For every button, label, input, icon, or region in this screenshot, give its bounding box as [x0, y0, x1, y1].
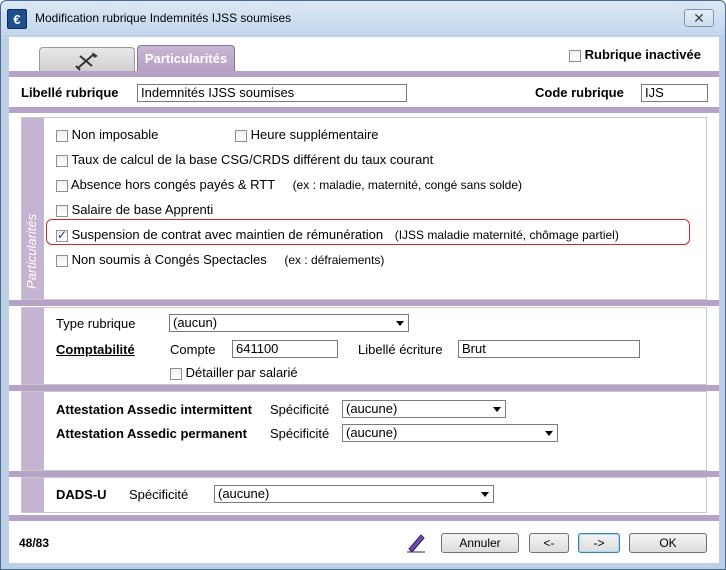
comptabilite-section: Type rubrique (aucun) Comptabilité Compt… [21, 307, 707, 385]
checkbox[interactable] [56, 254, 68, 267]
assedic-section: Attestation Assedic intermittent Spécifi… [21, 391, 707, 471]
option-label: Absence hors congés payés & RTT [70, 177, 275, 192]
inactive-checkbox[interactable] [569, 49, 581, 62]
title-bar: € Modification rubrique Indemnités IJSS … [1, 1, 725, 35]
separator [9, 515, 719, 521]
intermittent-select[interactable]: (aucune) [342, 400, 506, 418]
select-value: (aucune) [346, 401, 398, 416]
option-hint: (ex : maladie, maternité, congé sans sol… [292, 178, 523, 192]
section-sidebar [22, 478, 44, 512]
checkbox-checked[interactable] [56, 228, 68, 242]
tools-icon [75, 52, 98, 71]
detailler-label: Détailler par salarié [185, 365, 298, 380]
tab-strip: Particularités Rubrique inactivée [9, 37, 719, 73]
option-heure-sup[interactable]: Heure supplémentaire [235, 127, 379, 142]
dadsu-section: DADS-U Spécificité (aucune) [21, 477, 707, 513]
edit-pencil-icon[interactable] [405, 531, 427, 553]
section-sidebar [22, 392, 44, 470]
option-taux-csg[interactable]: Taux de calcul de la base CSG/CRDS diffé… [56, 152, 433, 167]
tab-tools[interactable] [39, 47, 135, 73]
option-label: Suspension de contrat avec maintien de r… [71, 227, 384, 242]
option-absence[interactable]: Absence hors congés payés & RTT (ex : ma… [56, 177, 522, 192]
type-rubrique-select[interactable]: (aucun) [169, 314, 409, 332]
type-rubrique-label: Type rubrique [56, 316, 136, 331]
option-label: Salaire de base Apprenti [71, 202, 214, 217]
dialog-window: € Modification rubrique Indemnités IJSS … [0, 0, 726, 570]
checkbox[interactable] [56, 154, 68, 167]
comptabilite-link[interactable]: Comptabilité [56, 342, 135, 357]
specificite-label: Spécificité [270, 402, 330, 417]
app-icon: € [7, 9, 27, 29]
chevron-down-icon [481, 492, 489, 497]
dadsu-select[interactable]: (aucune) [214, 485, 494, 503]
inactive-toggle[interactable]: Rubrique inactivée [569, 47, 701, 62]
select-value: (aucun) [173, 315, 218, 330]
code-field[interactable]: IJS [641, 84, 708, 102]
checkbox[interactable] [56, 129, 68, 142]
option-non-imposable[interactable]: Non imposable [56, 127, 158, 142]
specificite-label: Spécificité [129, 487, 189, 502]
permanent-select[interactable]: (aucune) [342, 424, 558, 442]
option-salaire-apprenti[interactable]: Salaire de base Apprenti [56, 202, 213, 217]
select-value: (aucune) [218, 486, 270, 501]
ok-button[interactable]: OK [629, 533, 707, 553]
detailler-toggle[interactable]: Détailler par salarié [170, 365, 298, 380]
section-sidebar [22, 308, 44, 384]
option-hint: (ex : défraiements) [284, 253, 385, 267]
cancel-button[interactable]: Annuler [441, 533, 519, 553]
record-counter: 48/83 [19, 536, 50, 550]
window-title: Modification rubrique Indemnités IJSS so… [35, 11, 292, 25]
select-value: (aucune) [346, 425, 398, 440]
option-label: Heure supplémentaire [250, 127, 379, 142]
libelle-ecriture-field[interactable]: Brut [458, 340, 640, 358]
checkbox[interactable] [170, 367, 182, 380]
option-suspension[interactable]: Suspension de contrat avec maintien de r… [56, 227, 619, 242]
code-label: Code rubrique [535, 85, 624, 100]
libelle-ecriture-label: Libellé écriture [358, 342, 443, 357]
section-sidebar: Particularités [22, 118, 44, 299]
inactive-label: Rubrique inactivée [584, 47, 701, 62]
specificite-label: Spécificité [270, 426, 330, 441]
dadsu-label: DADS-U [56, 487, 107, 502]
option-label: Non imposable [71, 127, 159, 142]
checkbox[interactable] [56, 179, 68, 192]
checkbox[interactable] [235, 129, 247, 142]
dialog-body: Particularités Rubrique inactivée Libell… [9, 37, 719, 563]
tab-particularites[interactable]: Particularités [137, 45, 235, 73]
tab-underline [9, 71, 719, 77]
particularites-section: Particularités Non imposable Heure suppl… [21, 117, 707, 300]
option-hint: (IJSS maladie maternité, chômage partiel… [394, 228, 619, 242]
permanent-label: Attestation Assedic permanent [56, 426, 247, 441]
separator [9, 107, 719, 113]
libelle-label: Libellé rubrique [21, 85, 119, 100]
prev-button[interactable]: <- [529, 533, 569, 553]
option-non-soumis[interactable]: Non soumis à Congés Spectacles (ex : déf… [56, 252, 384, 267]
option-label: Non soumis à Congés Spectacles [71, 252, 267, 267]
compte-field[interactable]: 641100 [232, 340, 338, 358]
separator [9, 300, 719, 306]
libelle-field[interactable]: Indemnités IJSS soumises [137, 84, 407, 102]
chevron-down-icon [545, 431, 553, 436]
checkbox[interactable] [56, 204, 68, 217]
compte-label: Compte [170, 342, 216, 357]
chevron-down-icon [493, 407, 501, 412]
sidebar-title: Particularités [24, 213, 39, 289]
intermittent-label: Attestation Assedic intermittent [56, 402, 252, 417]
chevron-down-icon [396, 321, 404, 326]
option-label: Taux de calcul de la base CSG/CRDS diffé… [71, 152, 434, 167]
next-button[interactable]: -> [578, 533, 620, 553]
close-button[interactable]: ✕ [684, 9, 714, 27]
